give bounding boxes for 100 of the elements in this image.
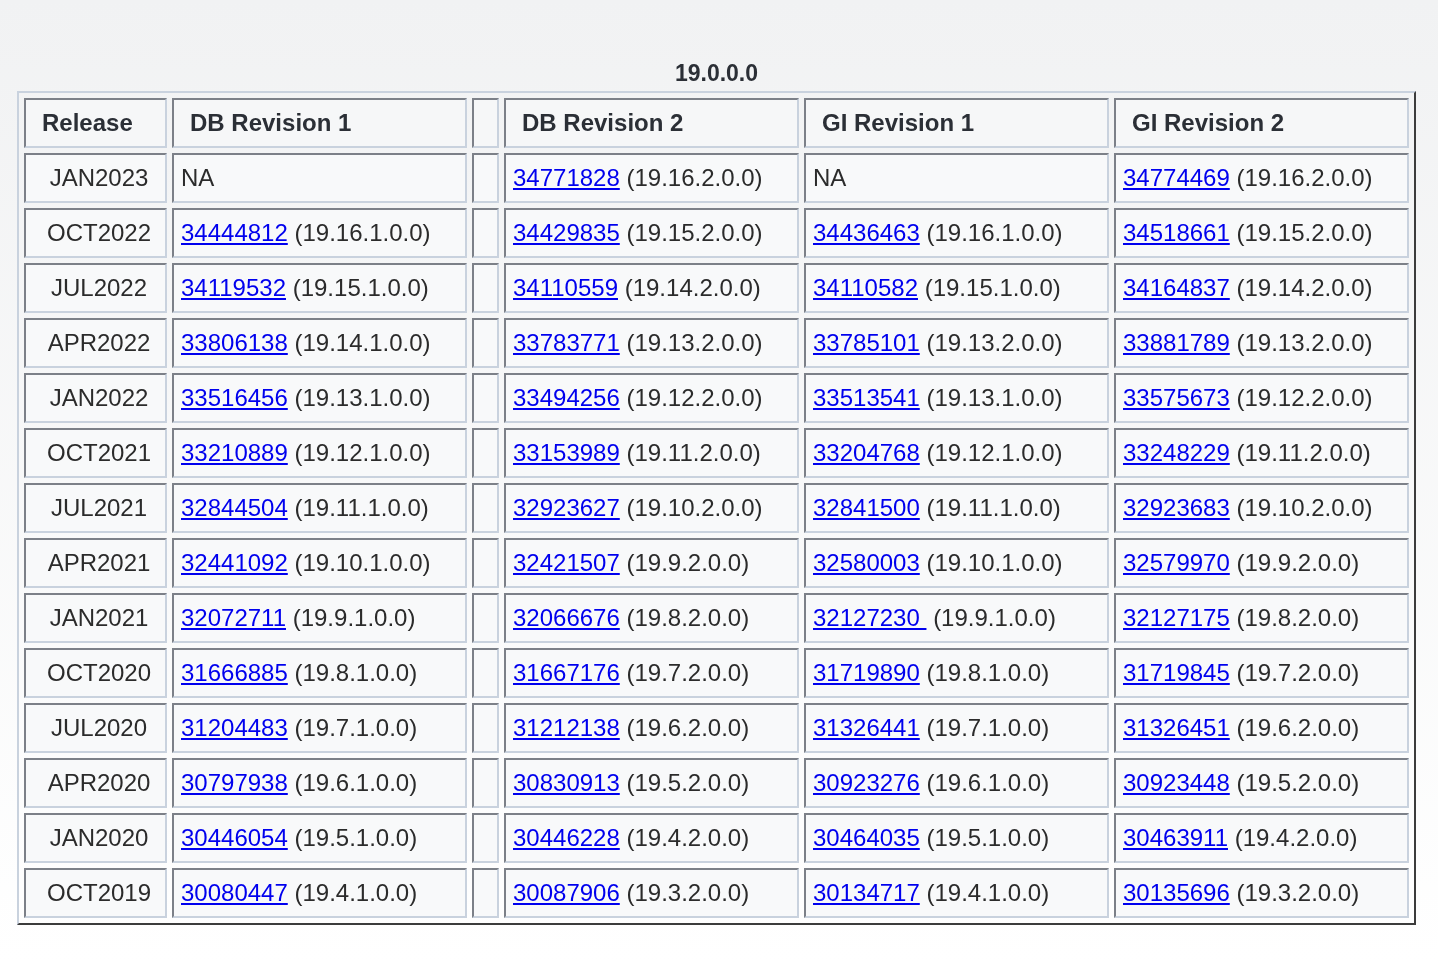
patch-link[interactable]: 32844504	[181, 494, 288, 521]
patch-link[interactable]: 30923448	[1123, 769, 1230, 796]
patch-link[interactable]: 30446228	[513, 824, 620, 851]
patch-link[interactable]: 32923627	[513, 494, 620, 521]
version-text: (19.12.1.0.0)	[926, 439, 1063, 466]
version-text: (19.16.1.0.0)	[294, 219, 431, 246]
version-text: (19.16.2.0.0)	[626, 164, 763, 191]
patch-link[interactable]: 34110559	[513, 274, 618, 301]
version-text: (19.11.2.0.0)	[626, 439, 761, 466]
patch-link[interactable]: 33513541	[813, 384, 920, 411]
release-cell: OCT2019	[24, 868, 167, 918]
version-text: (19.9.1.0.0)	[292, 604, 416, 631]
patch-link[interactable]: 30463911	[1123, 824, 1228, 851]
version-text: (19.5.1.0.0)	[926, 824, 1050, 851]
version-text: (19.9.2.0.0)	[626, 549, 750, 576]
version-text: (19.6.2.0.0)	[1236, 714, 1360, 741]
column-header: DB Revision 1	[172, 98, 467, 148]
patch-link[interactable]: 32579970	[1123, 549, 1230, 576]
patch-link[interactable]: 30087906	[513, 879, 620, 906]
version-text: (19.12.1.0.0)	[294, 439, 431, 466]
patch-link[interactable]: 33516456	[181, 384, 288, 411]
patch-link[interactable]: 30923276	[813, 769, 920, 796]
column-header: GI Revision 2	[1114, 98, 1409, 148]
patch-link[interactable]: 32580003	[813, 549, 920, 576]
version-text: (19.12.2.0.0)	[626, 384, 763, 411]
version-text: (19.8.1.0.0)	[294, 659, 418, 686]
version-text: (19.4.1.0.0)	[926, 879, 1050, 906]
patch-link[interactable]: 30080447	[181, 879, 288, 906]
patch-link[interactable]: 32127175	[1123, 604, 1230, 631]
patch-link[interactable]: 31204483	[181, 714, 288, 741]
version-text: (19.8.2.0.0)	[626, 604, 750, 631]
patch-link[interactable]: 31212138	[513, 714, 620, 741]
version-text: (19.15.1.0.0)	[292, 274, 429, 301]
patch-link[interactable]: 32441092	[181, 549, 288, 576]
patch-link[interactable]: 33806138	[181, 329, 288, 356]
patch-link[interactable]: 30797938	[181, 769, 288, 796]
patch-link[interactable]: 31719890	[813, 659, 920, 686]
version-text: (19.10.2.0.0)	[1236, 494, 1373, 521]
release-cell: JUL2022	[24, 263, 167, 313]
patch-link[interactable]: 34110582	[813, 274, 918, 301]
version-text: (19.3.2.0.0)	[1236, 879, 1360, 906]
patch-link[interactable]: 30464035	[813, 824, 920, 851]
patch-link[interactable]: 31667176	[513, 659, 620, 686]
version-text: (19.7.1.0.0)	[294, 714, 418, 741]
patch-link[interactable]: 31326441	[813, 714, 920, 741]
column-header: Release	[24, 98, 167, 148]
patch-link[interactable]: 32421507	[513, 549, 620, 576]
patch-link[interactable]: 31326451	[1123, 714, 1230, 741]
patch-link[interactable]: 34518661	[1123, 219, 1230, 246]
patch-link[interactable]: 30134717	[813, 879, 920, 906]
patch-link[interactable]: 30446054	[181, 824, 288, 851]
version-text: (19.6.1.0.0)	[294, 769, 418, 796]
patch-link[interactable]: 34429835	[513, 219, 620, 246]
release-cell: JAN2023	[24, 153, 167, 203]
patch-link[interactable]: 31666885	[181, 659, 288, 686]
patch-link[interactable]: 32127230	[813, 604, 927, 631]
patch-link[interactable]: 31719845	[1123, 659, 1230, 686]
version-text: (19.15.2.0.0)	[1236, 219, 1373, 246]
patch-link[interactable]: 34119532	[181, 274, 286, 301]
release-cell: APR2021	[24, 538, 167, 588]
version-text: (19.16.1.0.0)	[926, 219, 1063, 246]
patch-link[interactable]: 30830913	[513, 769, 620, 796]
version-text: (19.10.1.0.0)	[926, 549, 1063, 576]
release-cell: APR2022	[24, 318, 167, 368]
version-text: (19.11.1.0.0)	[294, 494, 429, 521]
patch-link[interactable]: 32923683	[1123, 494, 1230, 521]
version-text: (19.14.2.0.0)	[624, 274, 761, 301]
patch-link[interactable]: 33494256	[513, 384, 620, 411]
patch-link[interactable]: 34444812	[181, 219, 288, 246]
table-cell: NA	[172, 153, 467, 203]
patch-link[interactable]: 33575673	[1123, 384, 1230, 411]
patch-link[interactable]: 32841500	[813, 494, 920, 521]
patch-link[interactable]: 33881789	[1123, 329, 1230, 356]
patch-link[interactable]: 33783771	[513, 329, 620, 356]
patch-link[interactable]: 34436463	[813, 219, 920, 246]
patch-link[interactable]: 32072711	[181, 604, 286, 631]
patch-link[interactable]: 32066676	[513, 604, 620, 631]
version-text: (19.15.2.0.0)	[626, 219, 763, 246]
release-cell: OCT2022	[24, 208, 167, 258]
patch-link[interactable]: 33248229	[1123, 439, 1230, 466]
version-text: (19.9.2.0.0)	[1236, 549, 1360, 576]
version-text: (19.4.1.0.0)	[294, 879, 418, 906]
patch-link[interactable]: 34774469	[1123, 164, 1230, 191]
release-cell: OCT2020	[24, 648, 167, 698]
version-text: (19.8.1.0.0)	[926, 659, 1050, 686]
release-cell: JUL2021	[24, 483, 167, 533]
version-text: (19.13.1.0.0)	[926, 384, 1063, 411]
version-text: (19.5.2.0.0)	[626, 769, 750, 796]
patch-link[interactable]: 33210889	[181, 439, 288, 466]
patch-link[interactable]: 30135696	[1123, 879, 1230, 906]
patch-link[interactable]: 34771828	[513, 164, 620, 191]
version-text: (19.15.1.0.0)	[924, 274, 1061, 301]
patch-link[interactable]: 34164837	[1123, 274, 1230, 301]
release-cell: APR2020	[24, 758, 167, 808]
patch-link[interactable]: 33153989	[513, 439, 620, 466]
table-cell: NA	[804, 153, 1109, 203]
patch-link[interactable]: 33204768	[813, 439, 920, 466]
patch-link[interactable]: 33785101	[813, 329, 920, 356]
version-text: (19.3.2.0.0)	[626, 879, 750, 906]
column-header: GI Revision 1	[804, 98, 1109, 148]
